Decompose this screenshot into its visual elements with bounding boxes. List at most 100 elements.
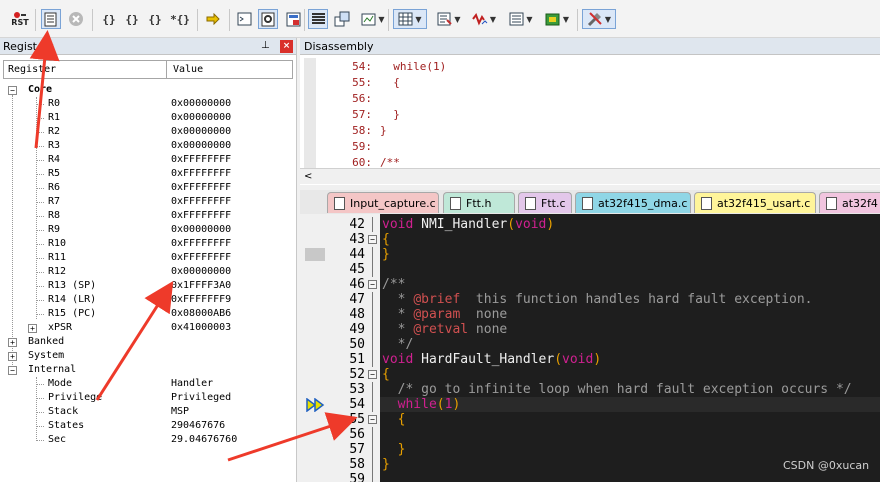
editor-line[interactable]: 51 void HardFault_Handler(void): [300, 352, 880, 367]
registers-view-button[interactable]: [308, 9, 328, 29]
register-value[interactable]: 0xFFFFFFF9: [171, 293, 231, 307]
register-value[interactable]: 0x00000000: [171, 223, 231, 237]
register-value[interactable]: 0xFFFFFFFF: [171, 251, 231, 265]
system-viewer-button[interactable]: ▼: [540, 9, 574, 29]
expand-icon[interactable]: +: [8, 338, 17, 347]
editor-line[interactable]: 49 * @retval none: [300, 322, 880, 337]
register-row[interactable]: + xPSR 0x41000003: [0, 321, 297, 335]
register-value[interactable]: 0x00000000: [171, 111, 231, 125]
register-value[interactable]: 290467676: [171, 419, 225, 433]
register-row[interactable]: R5 0xFFFFFFFF: [0, 167, 297, 181]
register-value[interactable]: 0x00000000: [171, 265, 231, 279]
step-out-button[interactable]: {}: [145, 9, 165, 29]
editor-line[interactable]: 44}: [300, 247, 880, 262]
editor-line[interactable]: 43−{: [300, 232, 880, 247]
register-value[interactable]: Privileged: [171, 391, 231, 405]
register-value[interactable]: MSP: [171, 405, 189, 419]
register-row[interactable]: R7 0xFFFFFFFF: [0, 195, 297, 209]
register-row[interactable]: R4 0xFFFFFFFF: [0, 153, 297, 167]
register-group-banked[interactable]: + Banked: [0, 335, 297, 349]
register-group-core[interactable]: − Core: [0, 83, 297, 97]
watch-window-button[interactable]: ▼: [356, 9, 390, 29]
trace-window-button[interactable]: ▼: [504, 9, 538, 29]
register-value[interactable]: 0x41000003: [171, 321, 231, 335]
source-editor[interactable]: 42 void NMI_Handler(void) 43−{44} 45 46−/** 4…: [300, 214, 880, 482]
editor-line[interactable]: 54 while(1): [300, 397, 880, 413]
file-tab[interactable]: Ftt.c: [518, 192, 572, 213]
editor-line[interactable]: 42 void NMI_Handler(void): [300, 217, 880, 232]
step-into-button[interactable]: {}: [99, 9, 119, 29]
show-next-statement-button[interactable]: [203, 9, 223, 29]
collapse-icon[interactable]: −: [8, 366, 17, 375]
fold-toggle-icon[interactable]: −: [368, 235, 377, 244]
serial-window-button[interactable]: ▼: [432, 9, 466, 29]
command-window-button[interactable]: [234, 9, 254, 29]
register-value[interactable]: 0xFFFFFFFF: [171, 209, 231, 223]
expand-icon[interactable]: +: [8, 352, 17, 361]
register-value[interactable]: 0xFFFFFFFF: [171, 167, 231, 181]
register-value[interactable]: Handler: [171, 377, 213, 391]
register-value[interactable]: 0xFFFFFFFF: [171, 181, 231, 195]
analysis-window-button[interactable]: ▼: [467, 9, 501, 29]
register-row[interactable]: R10 0xFFFFFFFF: [0, 237, 297, 251]
register-row[interactable]: Privilege Privileged: [0, 391, 297, 405]
file-tab[interactable]: at32f415_dma.c: [575, 192, 691, 213]
register-group-internal[interactable]: − Internal: [0, 363, 297, 377]
register-value[interactable]: 0x1FFFF3A0: [171, 279, 231, 293]
editor-line[interactable]: 55− {: [300, 412, 880, 427]
editor-line[interactable]: 53 /* go to infinite loop when hard faul…: [300, 382, 880, 397]
file-tab[interactable]: at32f415_usart.c: [694, 192, 816, 213]
call-stack-button[interactable]: [332, 9, 352, 29]
toolbox-button[interactable]: ▼: [582, 9, 616, 29]
editor-line[interactable]: 52−{: [300, 367, 880, 382]
editor-line[interactable]: 57 }: [300, 442, 880, 457]
register-row[interactable]: Stack MSP: [0, 405, 297, 419]
symbols-window-button[interactable]: [283, 9, 303, 29]
register-row[interactable]: Mode Handler: [0, 377, 297, 391]
register-value[interactable]: 0xFFFFFFFF: [171, 195, 231, 209]
register-row[interactable]: R9 0x00000000: [0, 223, 297, 237]
file-tab[interactable]: Ftt.h: [443, 192, 515, 213]
register-value[interactable]: 0xFFFFFFFF: [171, 153, 231, 167]
editor-line[interactable]: 50 */: [300, 337, 880, 352]
register-row[interactable]: R11 0xFFFFFFFF: [0, 251, 297, 265]
editor-line[interactable]: 47 * @brief this function handles hard f…: [300, 292, 880, 307]
stop-button[interactable]: [66, 9, 86, 29]
register-value[interactable]: 0x08000AB6: [171, 307, 231, 321]
disassembly-gutter[interactable]: [304, 58, 316, 168]
pin-icon[interactable]: ⊥: [261, 40, 270, 51]
register-value[interactable]: 0x00000000: [171, 125, 231, 139]
register-row[interactable]: R15 (PC) 0x08000AB6: [0, 307, 297, 321]
register-value[interactable]: 0xFFFFFFFF: [171, 237, 231, 251]
registers-window-button[interactable]: [41, 9, 61, 29]
register-row[interactable]: States 290467676: [0, 419, 297, 433]
register-value[interactable]: 0x00000000: [171, 139, 231, 153]
register-value[interactable]: 0x00000000: [171, 97, 231, 111]
value-column-header[interactable]: Value: [173, 64, 203, 75]
collapse-icon[interactable]: −: [8, 86, 17, 95]
memory-window-button[interactable]: ▼: [393, 9, 427, 29]
register-group-system[interactable]: + System: [0, 349, 297, 363]
register-row[interactable]: R6 0xFFFFFFFF: [0, 181, 297, 195]
reset-button[interactable]: RST: [10, 9, 30, 29]
register-row[interactable]: R3 0x00000000: [0, 139, 297, 153]
editor-line[interactable]: 45: [300, 262, 880, 277]
register-row[interactable]: R12 0x00000000: [0, 265, 297, 279]
editor-line[interactable]: 56: [300, 427, 880, 442]
register-row[interactable]: R8 0xFFFFFFFF: [0, 209, 297, 223]
register-value[interactable]: 29.04676760: [171, 433, 237, 447]
scroll-left-icon[interactable]: <: [304, 171, 312, 182]
horizontal-scrollbar[interactable]: <: [300, 168, 880, 184]
fold-toggle-icon[interactable]: −: [368, 415, 377, 424]
register-row[interactable]: R1 0x00000000: [0, 111, 297, 125]
register-row[interactable]: R14 (LR) 0xFFFFFFF9: [0, 293, 297, 307]
editor-line[interactable]: 59: [300, 472, 880, 482]
step-over-button[interactable]: {}: [122, 9, 142, 29]
register-row[interactable]: R2 0x00000000: [0, 125, 297, 139]
close-panel-button[interactable]: ×: [280, 40, 293, 53]
fold-toggle-icon[interactable]: −: [368, 280, 377, 289]
file-tab[interactable]: at32f4: [819, 192, 880, 213]
register-row[interactable]: R0 0x00000000: [0, 97, 297, 111]
editor-line[interactable]: 46−/**: [300, 277, 880, 292]
register-column-header[interactable]: Register: [8, 64, 56, 75]
